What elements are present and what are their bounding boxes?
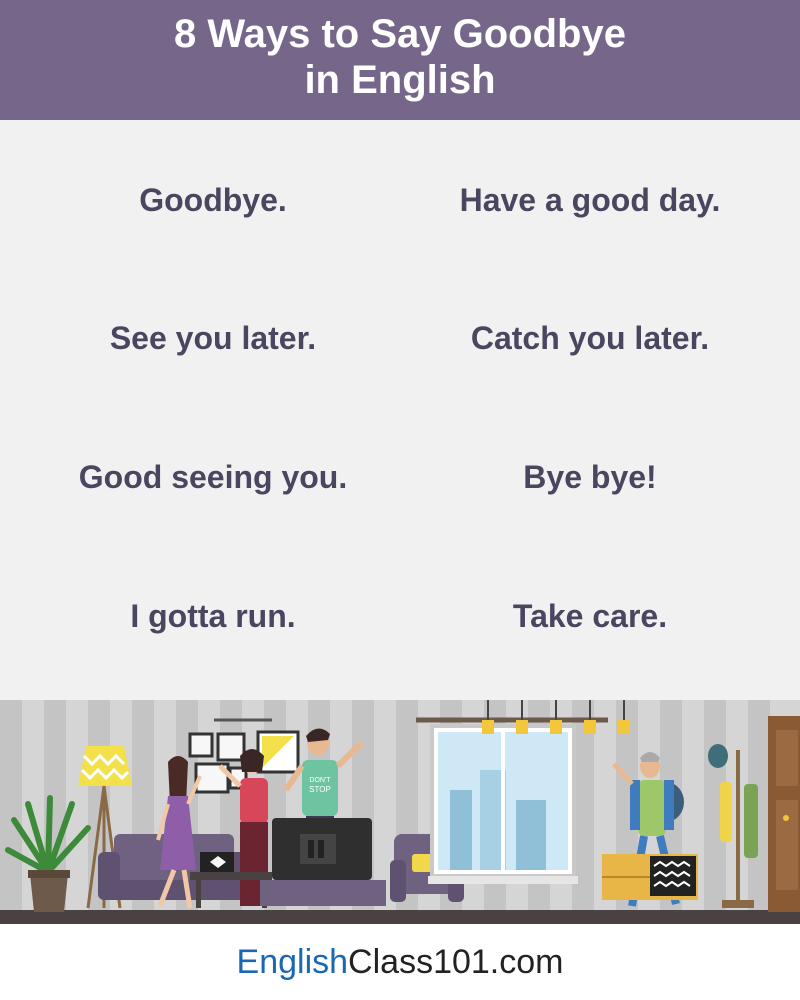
footer: EnglishClass101.com [0,924,800,1000]
phrase-grid: Goodbye. Have a good day. See you later.… [0,120,800,700]
television [260,818,386,906]
phrase-take-care: Take care. [512,598,668,634]
title-line-2: in English [304,58,496,102]
phrase-goodbye: Goodbye. [139,182,287,218]
tshirt-text-line-2: STOP [309,785,331,794]
phrase-see-you-later: See you later. [109,320,317,356]
phrase-i-gotta-run: I gotta run. [130,598,296,634]
phrase-bye-bye: Bye bye! [523,459,657,495]
living-room-illustration: DON'T STOP [0,700,800,924]
phrase-good-seeing-you: Good seeing you. [78,459,348,495]
brand-class101: Class101.com [348,943,564,981]
brand-wordmark: EnglishClass101.com [0,942,800,982]
door [768,716,800,912]
phrase-have-a-good-day: Have a good day. [459,182,721,218]
phrase-catch-you-later: Catch you later. [470,320,710,356]
title-line-1: 8 Ways to Say Goodbye [174,12,626,56]
infographic: 8 Ways to Say Goodbye in English Goodbye… [0,0,800,1000]
brand-english: English [236,943,349,981]
dresser [602,854,698,900]
title-banner: 8 Ways to Say Goodbye in English [0,0,800,120]
tshirt-text-line-1: DON'T [309,777,331,784]
